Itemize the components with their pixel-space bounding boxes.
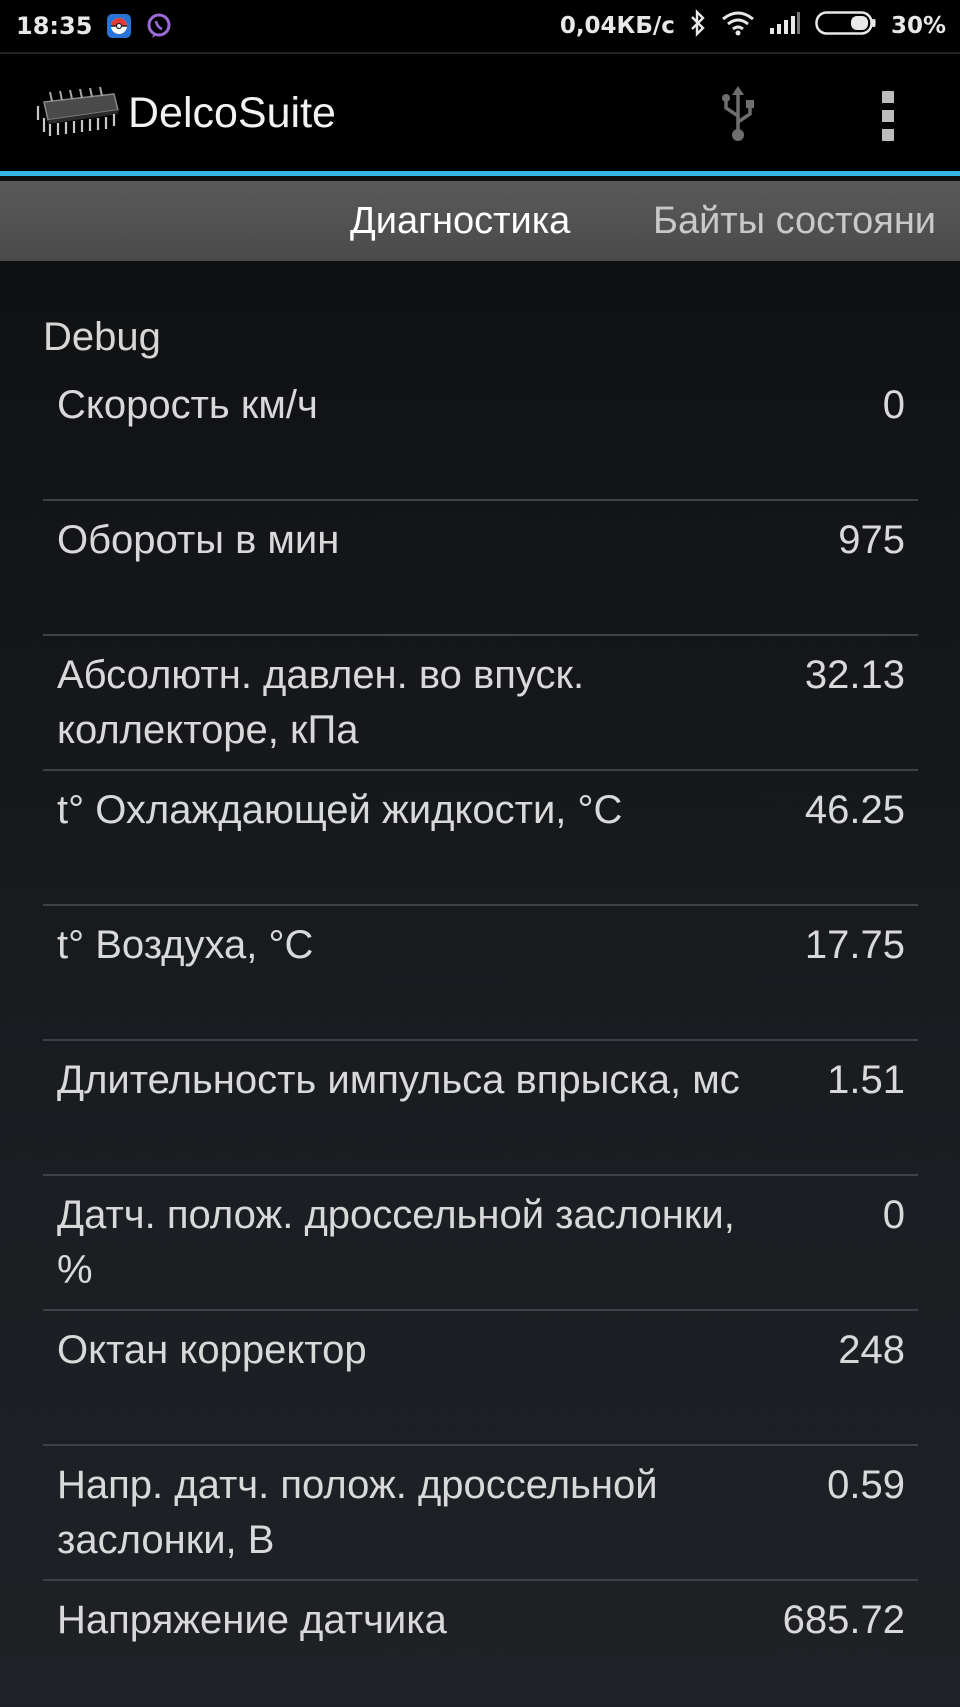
parameter-list[interactable]: Скорость км/ч 0 Обороты в мин 975 Абсолю… — [43, 366, 918, 1707]
wifi-icon — [721, 10, 755, 42]
overflow-menu-button[interactable] — [870, 84, 906, 148]
parameter-value: 0 — [882, 383, 905, 427]
section-title: Debug — [43, 315, 161, 359]
network-speed: 0,04КБ/с — [559, 13, 675, 39]
parameter-label: Напряжение датчика — [57, 1598, 447, 1642]
parameter-label: Обороты в мин — [57, 518, 340, 562]
parameter-value: 1.51 — [827, 1058, 905, 1102]
parameter-label: Датч. полож. дроссельной заслонки, % — [57, 1193, 735, 1292]
status-left: 18:35 — [16, 12, 172, 40]
overflow-menu-dot — [882, 129, 894, 141]
tab-status-bytes[interactable]: Байты состояни — [653, 200, 936, 243]
parameter-label: Октан корректор — [57, 1328, 367, 1372]
list-item[interactable]: Абсолютн. давлен. во впуск. коллекторе, … — [43, 636, 918, 771]
parameter-value: 248 — [838, 1328, 905, 1372]
tab-strip: Диагностика Байты состояни — [0, 181, 960, 261]
list-item[interactable]: Напряжение датчика 685.72 — [43, 1581, 918, 1707]
list-item[interactable]: Скорость км/ч 0 — [43, 366, 918, 501]
overflow-menu-icon — [882, 91, 894, 103]
tab-diagnostics[interactable]: Диагностика — [350, 200, 570, 243]
parameter-value: 0.59 — [827, 1463, 905, 1507]
parameter-value: 685.72 — [782, 1598, 905, 1642]
list-item[interactable]: Октан корректор 248 — [43, 1311, 918, 1446]
app-bar: DelcoSuite — [0, 54, 960, 176]
bluetooth-icon — [689, 9, 707, 43]
parameter-value: 975 — [838, 518, 905, 562]
list-item[interactable]: t° Охлаждающей жидкости, °C 46.25 — [43, 771, 918, 906]
parameter-label: Длительность импульса впрыска, мс — [57, 1058, 740, 1102]
signal-icon — [769, 11, 801, 41]
viber-icon — [146, 13, 172, 39]
parameter-label: Скорость км/ч — [57, 383, 318, 427]
parameter-value: 17.75 — [804, 923, 905, 967]
usb-button[interactable] — [708, 84, 768, 148]
overflow-menu-dot — [882, 110, 894, 122]
parameter-label: t° Охлаждающей жидкости, °C — [57, 788, 623, 832]
battery-icon — [815, 10, 877, 42]
parameter-label: Абсолютн. давлен. во впуск. коллекторе, … — [57, 653, 585, 752]
chip-icon — [30, 84, 122, 144]
battery-percent: 30% — [890, 13, 946, 39]
status-bar: 18:35 0,04КБ/с 30% — [0, 0, 960, 54]
parameter-value: 32.13 — [804, 653, 905, 697]
list-item[interactable]: Обороты в мин 975 — [43, 501, 918, 636]
parameter-value: 46.25 — [804, 788, 905, 832]
list-item[interactable]: Напр. датч. полож. дроссельной заслонки,… — [43, 1446, 918, 1581]
pokemon-icon — [106, 13, 132, 39]
list-item[interactable]: Длительность импульса впрыска, мс 1.51 — [43, 1041, 918, 1176]
list-item[interactable]: Датч. полож. дроссельной заслонки, % 0 — [43, 1176, 918, 1311]
status-right: 0,04КБ/с 30% — [560, 9, 946, 43]
usb-icon — [718, 86, 758, 146]
parameter-label: Напр. датч. полож. дроссельной заслонки,… — [57, 1463, 658, 1562]
parameter-label: t° Воздуха, °C — [57, 923, 314, 967]
list-item[interactable]: t° Воздуха, °C 17.75 — [43, 906, 918, 1041]
parameter-value: 0 — [882, 1193, 905, 1237]
app-title: DelcoSuite — [128, 89, 336, 137]
status-time: 18:35 — [16, 12, 93, 40]
